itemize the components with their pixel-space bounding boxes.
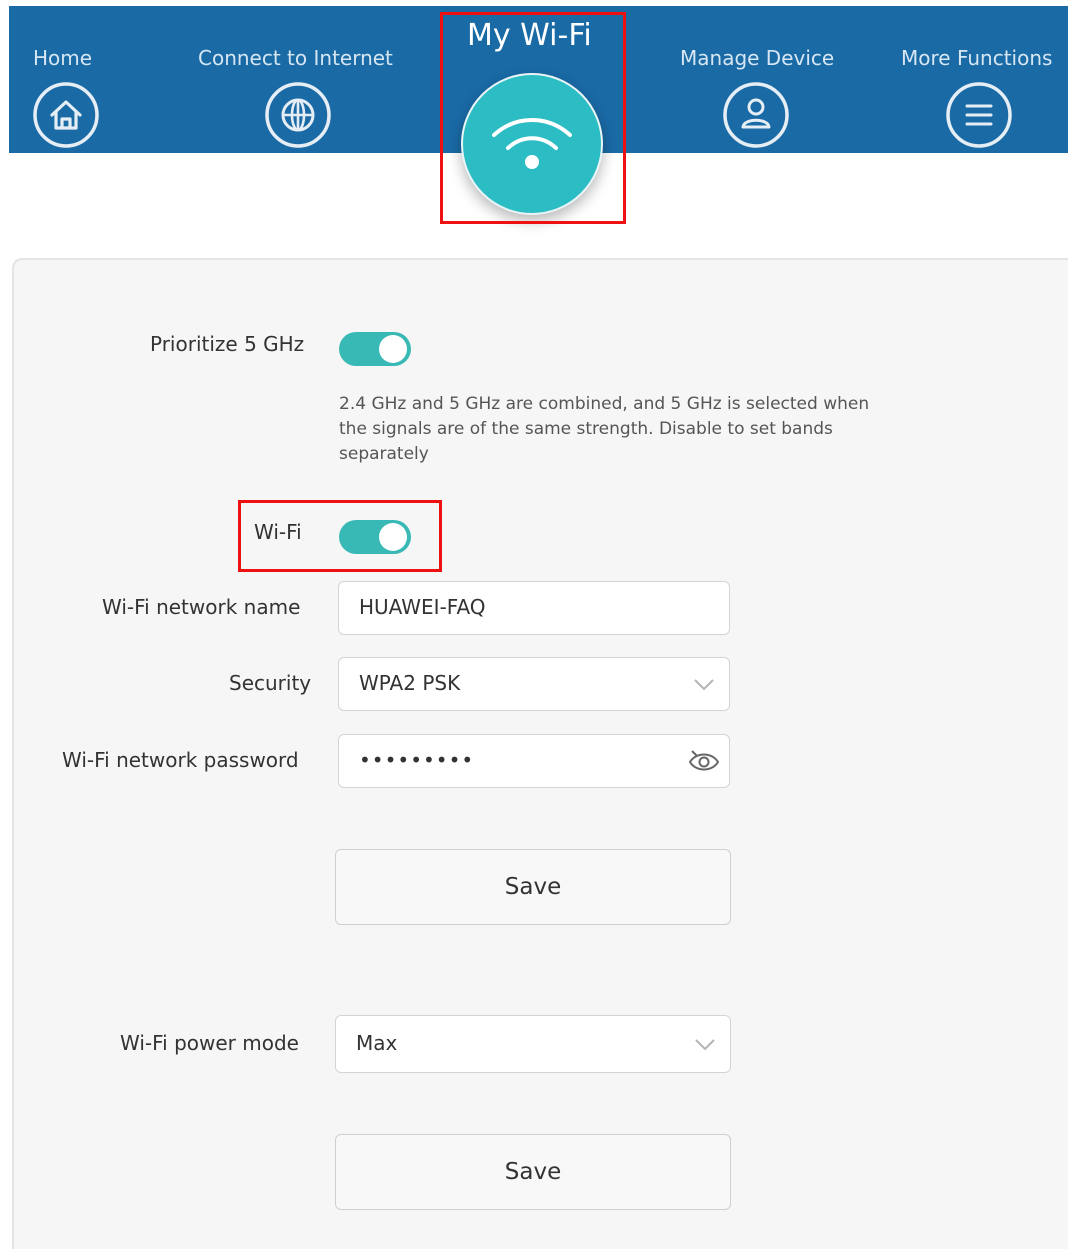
- prioritize-5ghz-toggle[interactable]: [339, 332, 411, 366]
- password-field[interactable]: •••••••••: [338, 734, 730, 788]
- security-select[interactable]: WPA2 PSK: [338, 657, 730, 711]
- toggle-knob: [379, 335, 407, 363]
- annotation-highlight-wifi: [238, 500, 442, 572]
- save-power-button[interactable]: Save: [335, 1134, 731, 1210]
- save-power-button-label: Save: [504, 1159, 562, 1185]
- annotation-highlight-mywifi: [440, 12, 626, 224]
- network-name-value: HUAWEI-FAQ: [359, 595, 486, 619]
- password-value: •••••••••: [359, 748, 475, 772]
- nav-more-label: More Functions: [901, 46, 1053, 70]
- password-label: Wi-Fi network password: [62, 748, 299, 772]
- save-button-label: Save: [504, 874, 562, 900]
- prioritize-description: 2.4 GHz and 5 GHz are combined, and 5 GH…: [339, 394, 870, 464]
- save-button[interactable]: Save: [335, 849, 731, 925]
- globe-icon: [265, 82, 331, 148]
- network-name-label: Wi-Fi network name: [102, 595, 301, 619]
- power-mode-select[interactable]: Max: [335, 1015, 731, 1073]
- user-icon: [723, 82, 789, 148]
- home-icon: [33, 82, 99, 148]
- power-mode-label: Wi-Fi power mode: [120, 1031, 299, 1055]
- eye-icon[interactable]: [687, 746, 721, 776]
- nav-manage-label: Manage Device: [680, 46, 835, 70]
- nav-home-label: Home: [33, 46, 93, 70]
- security-label: Security: [229, 671, 312, 695]
- nav-connect-label: Connect to Internet: [198, 46, 393, 70]
- network-name-field[interactable]: HUAWEI-FAQ: [338, 581, 730, 635]
- chevron-down-icon: [694, 679, 714, 691]
- menu-icon: [946, 82, 1012, 148]
- prioritize-5ghz-label: Prioritize 5 GHz: [150, 332, 305, 356]
- chevron-down-icon: [695, 1039, 715, 1051]
- security-value: WPA2 PSK: [359, 671, 461, 695]
- power-mode-value: Max: [356, 1031, 398, 1055]
